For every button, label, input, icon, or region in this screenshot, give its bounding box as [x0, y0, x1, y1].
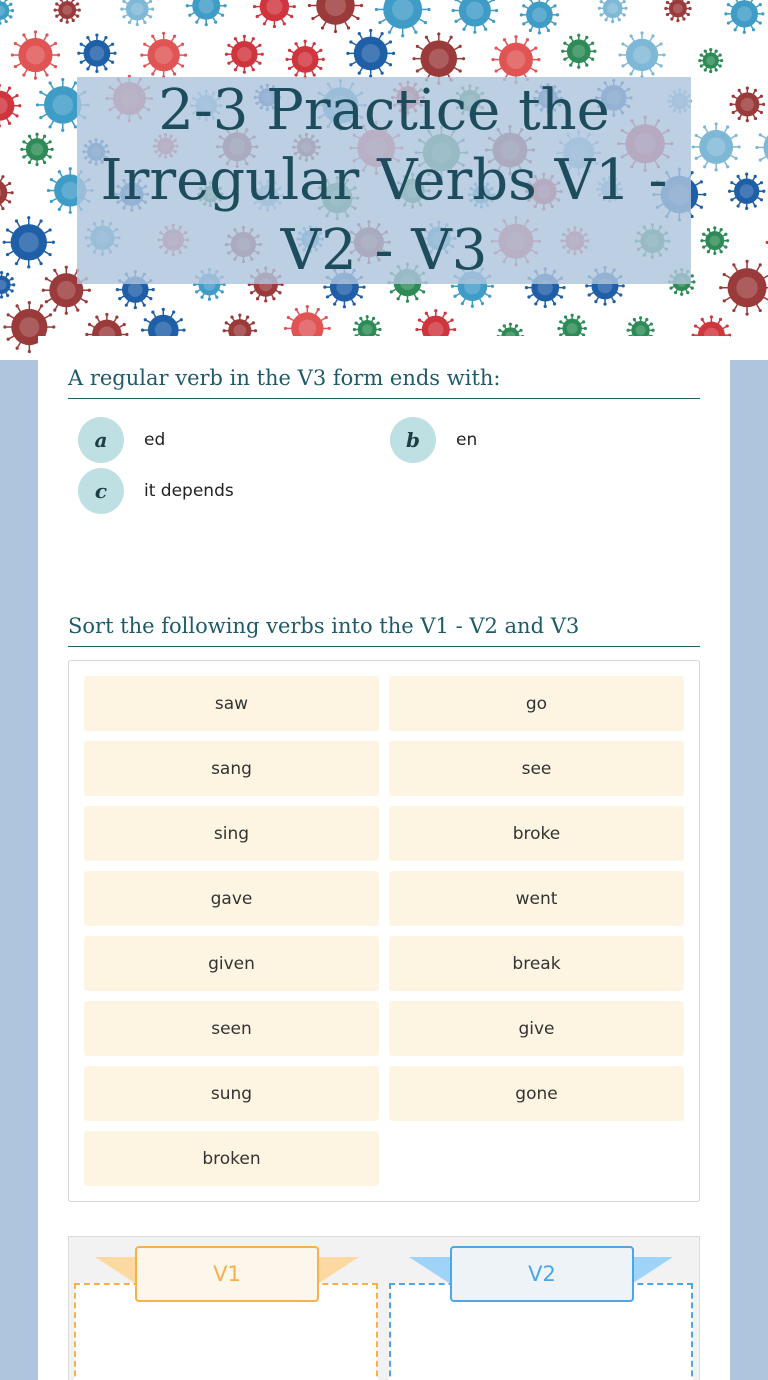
verb-tile[interactable]: went: [389, 871, 684, 926]
question-1-prompt: A regular verb in the V3 form ends with:: [68, 366, 700, 399]
virus-icon: [120, 0, 155, 27]
option-a[interactable]: a ed: [78, 417, 165, 463]
virus-icon: [0, 83, 22, 128]
virus-icon: [618, 31, 666, 79]
verb-tile[interactable]: go: [389, 676, 684, 731]
verb-tile[interactable]: sing: [84, 806, 379, 861]
virus-icon: [10, 30, 61, 80]
option-c[interactable]: c it depends: [78, 468, 234, 514]
virus-icon: [185, 0, 227, 27]
virus-icon: [77, 33, 117, 73]
verb-tile[interactable]: sung: [84, 1066, 379, 1121]
verb-tile[interactable]: see: [389, 741, 684, 796]
virus-icon: [224, 34, 264, 74]
virus-icon: [664, 0, 692, 23]
verb-tile[interactable]: broken: [84, 1131, 379, 1186]
virus-icon: [451, 0, 499, 34]
virus-icon: [561, 33, 597, 69]
virus-icon: [307, 0, 364, 34]
virus-icon: [0, 0, 15, 25]
virus-icon: [53, 0, 81, 24]
verb-tile[interactable]: gone: [389, 1066, 684, 1121]
virus-icon: [0, 271, 16, 299]
virus-icon: [2, 216, 55, 269]
question-2-prompt: Sort the following verbs into the V1 - V…: [68, 614, 700, 647]
v2-category-label: V2: [450, 1246, 634, 1302]
option-c-letter: c: [78, 468, 124, 514]
option-b-letter: b: [390, 417, 436, 463]
verb-tile[interactable]: saw: [84, 676, 379, 731]
verb-tile[interactable]: sang: [84, 741, 379, 796]
virus-icon: [285, 39, 325, 80]
virus-icon: [140, 31, 188, 79]
virus-icon: [519, 0, 560, 35]
option-a-text: ed: [144, 430, 166, 450]
verb-tile[interactable]: seen: [84, 1001, 379, 1056]
verb-tile[interactable]: break: [389, 936, 684, 991]
verb-tile[interactable]: gave: [84, 871, 379, 926]
virus-icon: [346, 28, 396, 78]
virus-icon: [729, 86, 766, 123]
virus-icon: [724, 0, 765, 34]
virus-icon: [252, 0, 296, 29]
v1-category-label: V1: [135, 1246, 319, 1302]
option-a-letter: a: [78, 417, 124, 463]
verb-tile[interactable]: broke: [389, 806, 684, 861]
verb-bank: saw go sang see sing broke gave went giv…: [68, 660, 700, 1202]
virus-icon: [727, 172, 766, 210]
virus-icon: [698, 48, 724, 74]
virus-icon: [597, 0, 628, 24]
worksheet-card: A regular verb in the V3 form ends with:…: [38, 336, 730, 1380]
title-box: 2-3 Practice the Irregular Verbs V1 - V2…: [77, 77, 691, 284]
virus-icon: [691, 122, 741, 172]
verb-tile[interactable]: give: [389, 1001, 684, 1056]
virus-icon: [0, 175, 14, 211]
page-title: 2-3 Practice the Irregular Verbs V1 - V2…: [100, 77, 668, 283]
virus-icon: [719, 259, 768, 316]
option-c-text: it depends: [144, 481, 234, 501]
category-area: V1 V2: [68, 1236, 700, 1380]
virus-icon: [700, 226, 730, 256]
header-banner: 2-3 Practice the Irregular Verbs V1 - V2…: [0, 0, 768, 360]
virus-icon: [20, 132, 54, 167]
option-b-text: en: [456, 430, 478, 450]
option-b[interactable]: b en: [390, 417, 477, 463]
virus-icon: [755, 125, 768, 170]
virus-icon: [374, 0, 431, 38]
verb-tile[interactable]: given: [84, 936, 379, 991]
